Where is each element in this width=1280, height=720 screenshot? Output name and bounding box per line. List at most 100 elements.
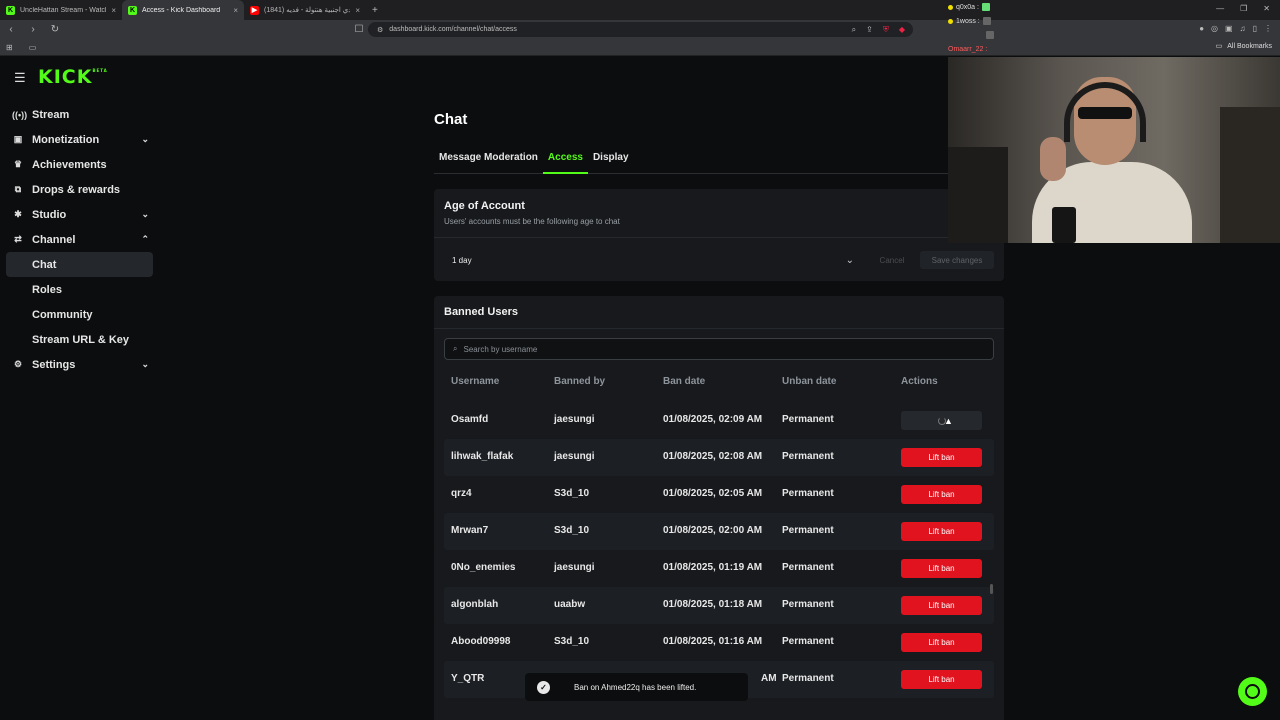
- table-row: Osamfd jaesungi 01/08/2025, 02:09 AM Per…: [444, 402, 994, 439]
- studio-icon: ✱: [14, 209, 22, 219]
- restore-icon[interactable]: ❐: [1240, 4, 1247, 13]
- site-info-icon[interactable]: ⚙: [377, 26, 383, 34]
- media-icon[interactable]: ♫: [1240, 24, 1246, 33]
- extension-icon[interactable]: ◎: [1211, 24, 1218, 33]
- extension-shield-icon[interactable]: ⛨: [883, 25, 889, 35]
- back-icon[interactable]: ‹: [6, 24, 16, 35]
- new-tab-icon[interactable]: +: [372, 5, 378, 16]
- bookmark-icon[interactable]: ☐: [354, 24, 364, 35]
- cell-username: Mrwan7: [451, 525, 489, 536]
- extension-icon[interactable]: ▣: [1225, 24, 1233, 33]
- divider: [434, 328, 1004, 329]
- share-icon[interactable]: ⇪: [866, 25, 873, 35]
- main-content: Chat Message Moderation Access Display A…: [160, 57, 1004, 720]
- save-changes-button[interactable]: Save changes: [920, 251, 994, 269]
- all-bookmarks[interactable]: ▭ All Bookmarks: [1216, 42, 1272, 51]
- lift-ban-button[interactable]: Lift ban: [901, 485, 982, 504]
- page-title: Chat: [434, 111, 468, 128]
- sidebar-item-drops[interactable]: ⧉ Drops & rewards: [6, 177, 153, 202]
- menu-dots-icon[interactable]: ⋮: [1264, 24, 1272, 33]
- sidebar-item-roles[interactable]: Roles: [6, 277, 153, 302]
- browser-tab-1[interactable]: K UncleHattan Stream - Watch Live on ×: [0, 0, 122, 20]
- browser-tabbar: K UncleHattan Stream - Watch Live on × K…: [0, 0, 1280, 20]
- lift-ban-button[interactable]: Lift ban: [901, 596, 982, 615]
- cell-username: Abood09998: [451, 636, 511, 647]
- tab-access[interactable]: Access: [542, 151, 588, 174]
- scrollbar-thumb[interactable]: [990, 584, 993, 594]
- streamer-hand: [1040, 137, 1066, 181]
- tab-message-moderation[interactable]: Message Moderation: [434, 151, 543, 174]
- help-chat-button[interactable]: [1238, 677, 1267, 706]
- sidebar-item-stream-url-key[interactable]: Stream URL & Key: [6, 327, 153, 352]
- url-text: dashboard.kick.com/channel/chat/access: [389, 26, 517, 33]
- cell-ban-date: 01/08/2025, 02:05 AM: [663, 488, 763, 499]
- microphone-icon: [1052, 207, 1076, 243]
- url-bar[interactable]: ⚙ dashboard.kick.com/channel/chat/access…: [368, 22, 913, 37]
- lift-ban-button[interactable]: Lift ban: [901, 522, 982, 541]
- lift-ban-button-loading[interactable]: [901, 411, 982, 430]
- bookmarks-bar: ⊞ ▭ ▭ All Bookmarks: [0, 39, 1280, 56]
- tab-display[interactable]: Display: [588, 151, 634, 174]
- table-row: Abood09998 S3d_10 01/08/2025, 01:16 AM P…: [444, 624, 994, 661]
- sidebar-item-label: Roles: [32, 283, 62, 296]
- browser-tab-3[interactable]: ▶ (1841) تحدي اجنبية هنتولة - فديه ×: [244, 0, 366, 20]
- sidebar-item-community[interactable]: Community: [6, 302, 153, 327]
- kick-favicon-icon: K: [128, 5, 137, 15]
- badge-icon: [948, 4, 953, 10]
- search-input[interactable]: [463, 344, 964, 354]
- hamburger-menu-icon[interactable]: ☰: [14, 70, 26, 86]
- extension-icon[interactable]: ●: [1199, 24, 1204, 33]
- sidebar-item-chat[interactable]: Chat: [6, 252, 153, 277]
- sidebar-item-channel[interactable]: ⇄ Channel ⌃: [6, 227, 153, 252]
- kick-logo[interactable]: KICKBETA: [38, 66, 108, 88]
- sidebar-item-label: Settings: [32, 358, 76, 371]
- drops-icon: ⧉: [14, 184, 22, 194]
- emote-icon: [981, 3, 990, 11]
- lift-ban-button[interactable]: Lift ban: [901, 448, 982, 467]
- sidebar-item-monetization[interactable]: ▣ Monetization ⌄: [6, 127, 153, 152]
- sidebar-item-settings[interactable]: ⚙ Settings ⌄: [6, 352, 153, 377]
- cell-ban-date: 01/08/2025, 02:09 AM: [663, 414, 763, 425]
- cell-username: lihwak_flafak: [451, 451, 514, 462]
- close-tab-icon[interactable]: ×: [355, 6, 360, 15]
- extension-badge-icon[interactable]: ◆: [899, 25, 905, 35]
- gear-icon: ⚙: [13, 359, 23, 369]
- minimize-icon[interactable]: —: [1216, 4, 1224, 13]
- sidebar-item-achievements[interactable]: ♛ Achievements: [6, 152, 153, 177]
- cell-username: Osamfd: [451, 414, 489, 425]
- close-tab-icon[interactable]: ×: [233, 6, 238, 15]
- cell-ban-date: 01/08/2025, 02:00 AM: [663, 525, 763, 536]
- cell-unban-date: Permanent: [782, 414, 834, 425]
- folder-icon[interactable]: ▭: [29, 43, 37, 52]
- overlay-chat-line: [948, 28, 1018, 42]
- sidebar-item-label: Drops & rewards: [32, 183, 121, 196]
- column-header-ban-date: Ban date: [663, 376, 706, 387]
- cell-banned-by: S3d_10: [554, 636, 590, 647]
- cancel-button[interactable]: Cancel: [872, 251, 912, 269]
- sidebar-nav: ((•)) Stream ▣ Monetization ⌄ ♛ Achievem…: [6, 102, 153, 377]
- chevron-down-icon: ⌄: [845, 254, 854, 266]
- account-age-select[interactable]: 1 day ⌄: [444, 249, 860, 271]
- sidebar-toggle-icon[interactable]: ▯: [1253, 24, 1257, 33]
- lift-ban-button[interactable]: Lift ban: [901, 670, 982, 689]
- lift-ban-button[interactable]: Lift ban: [901, 633, 982, 652]
- sidebar-item-studio[interactable]: ✱ Studio ⌄: [6, 202, 153, 227]
- cell-username: 0No_enemies: [451, 562, 516, 573]
- close-tab-icon[interactable]: ×: [111, 6, 116, 15]
- browser-toolbar: ‹ › ↻ ☐ ⚙ dashboard.kick.com/channel/cha…: [0, 20, 1280, 39]
- sidebar-item-label: Channel: [32, 233, 76, 246]
- sidebar-item-stream[interactable]: ((•)) Stream: [6, 102, 153, 127]
- headset-icon: [1245, 684, 1260, 699]
- cell-unban-date: Permanent: [782, 636, 834, 647]
- search-field[interactable]: ⌕: [444, 338, 994, 360]
- forward-icon[interactable]: ›: [28, 24, 38, 35]
- close-window-icon[interactable]: ✕: [1263, 4, 1270, 13]
- apps-grid-icon[interactable]: ⊞: [6, 43, 13, 52]
- cell-ban-date: 01/08/2025, 01:16 AM: [663, 636, 763, 647]
- browser-tab-2[interactable]: K Access - Kick Dashboard ×: [122, 0, 244, 20]
- reload-icon[interactable]: ↻: [50, 24, 60, 35]
- zoom-icon[interactable]: ⌕: [852, 25, 856, 35]
- lift-ban-button[interactable]: Lift ban: [901, 559, 982, 578]
- cell-banned-by: uaabw: [554, 599, 586, 610]
- youtube-favicon-icon: ▶: [250, 5, 259, 15]
